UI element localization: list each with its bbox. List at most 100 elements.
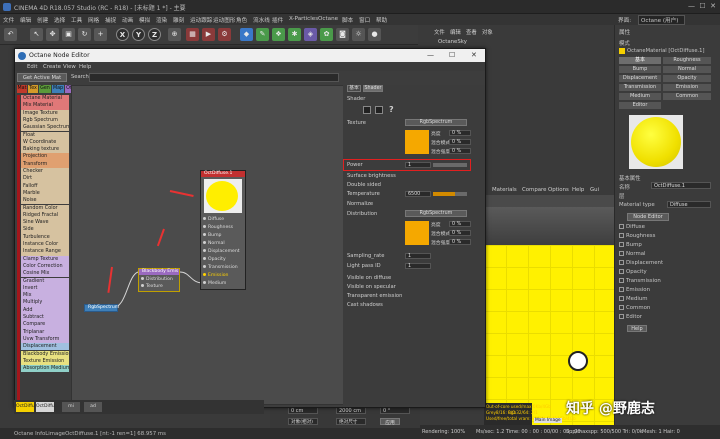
node-blackbody-emission[interactable]: Blackbody Emis Distribution Texture — [138, 268, 180, 292]
nurbs-icon[interactable]: ❖ — [272, 28, 285, 41]
tab-shader[interactable]: Shader — [363, 85, 383, 92]
x-axis-icon[interactable]: X — [116, 28, 129, 41]
temperature-field[interactable]: 6500 — [405, 191, 431, 197]
node-list-item[interactable]: Projection — [21, 153, 69, 161]
node-rgbspectrum[interactable]: RgbSpectrum — [84, 304, 119, 312]
node-editor-button[interactable]: Node Editor — [627, 213, 669, 221]
node-list-item[interactable]: Subtract — [21, 314, 69, 322]
tab-common[interactable]: Common — [663, 93, 711, 100]
menu-item[interactable]: 网格 — [88, 16, 99, 24]
pin-transmission[interactable]: Transmission — [203, 265, 238, 270]
pin-diffuse[interactable]: Diffuse — [203, 217, 224, 222]
menu-item[interactable]: 动画 — [122, 16, 133, 24]
tab-editor[interactable]: Editor — [619, 102, 661, 109]
coord-mode-size[interactable]: 绝对尺寸 — [336, 418, 366, 425]
node-list-item[interactable]: Add — [21, 306, 69, 314]
blend-strength-field[interactable]: 0 % — [449, 148, 471, 154]
node-list-item[interactable]: Mix Material — [21, 102, 69, 110]
temperature-slider[interactable] — [433, 192, 467, 196]
menu-item[interactable]: 捕捉 — [105, 16, 116, 24]
distribution-shader-button[interactable]: RgbSpectrum — [405, 210, 467, 217]
texture-shader-button[interactable]: RgbSpectrum — [405, 119, 467, 126]
visible-specular-row[interactable]: Visible on specular — [347, 284, 396, 290]
y-axis-icon[interactable]: Y — [132, 28, 145, 41]
node-list-item[interactable]: Instance Range — [21, 248, 69, 256]
pin-roughness[interactable]: Roughness — [203, 225, 233, 230]
obj-menu-object[interactable]: 对象 — [482, 28, 493, 36]
cat-tab-mat[interactable]: Mat — [17, 85, 27, 93]
obj-menu-edit[interactable]: 编辑 — [450, 28, 461, 36]
material-tab[interactable]: OctDiffu — [36, 402, 55, 412]
channel-roughness[interactable]: Roughness — [619, 233, 655, 239]
power-field[interactable]: 1 — [405, 162, 431, 168]
pin-emission[interactable]: Emission — [203, 273, 228, 278]
apply-button[interactable]: 应用 — [380, 418, 400, 426]
obj-menu-view[interactable]: 查看 — [466, 28, 477, 36]
menu-item[interactable]: X-Particles — [289, 16, 318, 22]
menu-item[interactable]: 窗口 — [359, 16, 370, 24]
node-list-item[interactable]: Compare — [21, 321, 69, 329]
node-list-item[interactable]: Clamp Texture — [21, 255, 69, 263]
distribution-color-swatch[interactable] — [405, 221, 429, 245]
lv-menu-materials[interactable]: Materials — [492, 187, 517, 193]
node-list-item[interactable]: Rgb Spectrum — [21, 116, 69, 125]
material-tab[interactable]: mi — [62, 402, 80, 412]
cube-icon[interactable]: ◆ — [240, 28, 253, 41]
menu-item[interactable]: 脚本 — [342, 16, 353, 24]
ne-menu-create[interactable]: Create — [43, 64, 61, 70]
move-icon[interactable]: ✥ — [46, 28, 59, 41]
channel-transmission[interactable]: Transmission — [619, 278, 661, 284]
tab-opacity[interactable]: Opacity — [663, 75, 711, 82]
brightness-field[interactable]: 0 % — [449, 130, 471, 136]
node-list-item[interactable]: Gaussian Spectrum — [21, 124, 69, 132]
lv-menu-options[interactable]: Options — [548, 187, 569, 193]
environment-icon[interactable]: ✿ — [320, 28, 333, 41]
window-controls[interactable]: — ☐ ✕ — [688, 2, 716, 10]
tab-normal[interactable]: Normal — [663, 66, 711, 73]
texture-color-swatch[interactable] — [405, 130, 429, 154]
light-pass-id-field[interactable]: 1 — [405, 263, 431, 269]
node-list-item[interactable]: Baking texture — [21, 146, 69, 154]
octane-sky-object[interactable]: OctaneSky — [438, 39, 467, 45]
node-list-item[interactable]: Gradient — [21, 277, 69, 285]
dist-blend-strength-field[interactable]: 0 % — [449, 239, 471, 245]
node-list-item[interactable]: Absorption Medium — [21, 365, 69, 373]
render-region-icon[interactable]: ▦ — [186, 28, 199, 41]
double-sided-row[interactable]: Double sided — [347, 182, 381, 188]
tab-basic[interactable]: 基本 — [619, 57, 661, 64]
rotate-icon[interactable]: ↻ — [78, 28, 91, 41]
node-editor-titlebar[interactable]: Octane Node Editor — ☐ ✕ — [15, 49, 485, 62]
octane-node-editor-window[interactable]: Octane Node Editor — ☐ ✕ Edit Create Vie… — [14, 48, 486, 408]
add-icon[interactable]: + — [94, 28, 107, 41]
pin-texture[interactable]: Texture — [141, 284, 163, 289]
node-list-item[interactable]: Turbulence — [21, 233, 69, 241]
channel-diffuse[interactable]: Diffuse — [619, 224, 645, 230]
select-icon[interactable]: ↖ — [30, 28, 43, 41]
help-button[interactable]: Help — [627, 325, 647, 332]
menu-item[interactable]: 角色 — [236, 16, 247, 24]
node-list-item[interactable]: Transform — [21, 160, 69, 168]
channel-displacement[interactable]: Displacement — [619, 260, 663, 266]
surface-brightness-row[interactable]: Surface brightness — [347, 173, 396, 179]
obj-menu-file[interactable]: 文件 — [434, 28, 445, 36]
node-list-item[interactable]: Side — [21, 226, 69, 234]
material-tab[interactable]: OctDiffu — [16, 402, 35, 412]
channel-common[interactable]: Common — [619, 305, 650, 311]
node-list-item[interactable]: Dirt — [21, 175, 69, 183]
maximize-button[interactable]: ☐ — [449, 51, 455, 59]
node-list-item[interactable]: Blackbody Emission — [21, 350, 69, 358]
cat-tab-tex[interactable]: Tex — [28, 85, 38, 93]
dist-brightness-field[interactable]: 0 % — [449, 221, 471, 227]
lv-menu-help[interactable]: Help — [572, 187, 584, 193]
node-list-item[interactable]: Marble — [21, 189, 69, 198]
node-list-item[interactable]: Invert — [21, 284, 69, 293]
transparent-emission-row[interactable]: Transparent emission — [347, 293, 402, 299]
undo-icon[interactable]: ↶ — [4, 28, 17, 41]
node-octdiffuse[interactable]: OctDiffuse.1 Diffuse Roughness Bump Norm… — [200, 170, 246, 290]
node-list-item[interactable]: Image Texture — [21, 109, 69, 117]
coord-mode-object[interactable]: 对象(相对) — [288, 418, 318, 425]
material-tab[interactable]: ad — [84, 402, 102, 412]
ne-menu-view[interactable]: View — [63, 64, 76, 70]
live-viewer[interactable]: Materials Compare Options Help Gui Out-o… — [484, 185, 614, 425]
pin-opacity[interactable]: Opacity — [203, 257, 226, 262]
